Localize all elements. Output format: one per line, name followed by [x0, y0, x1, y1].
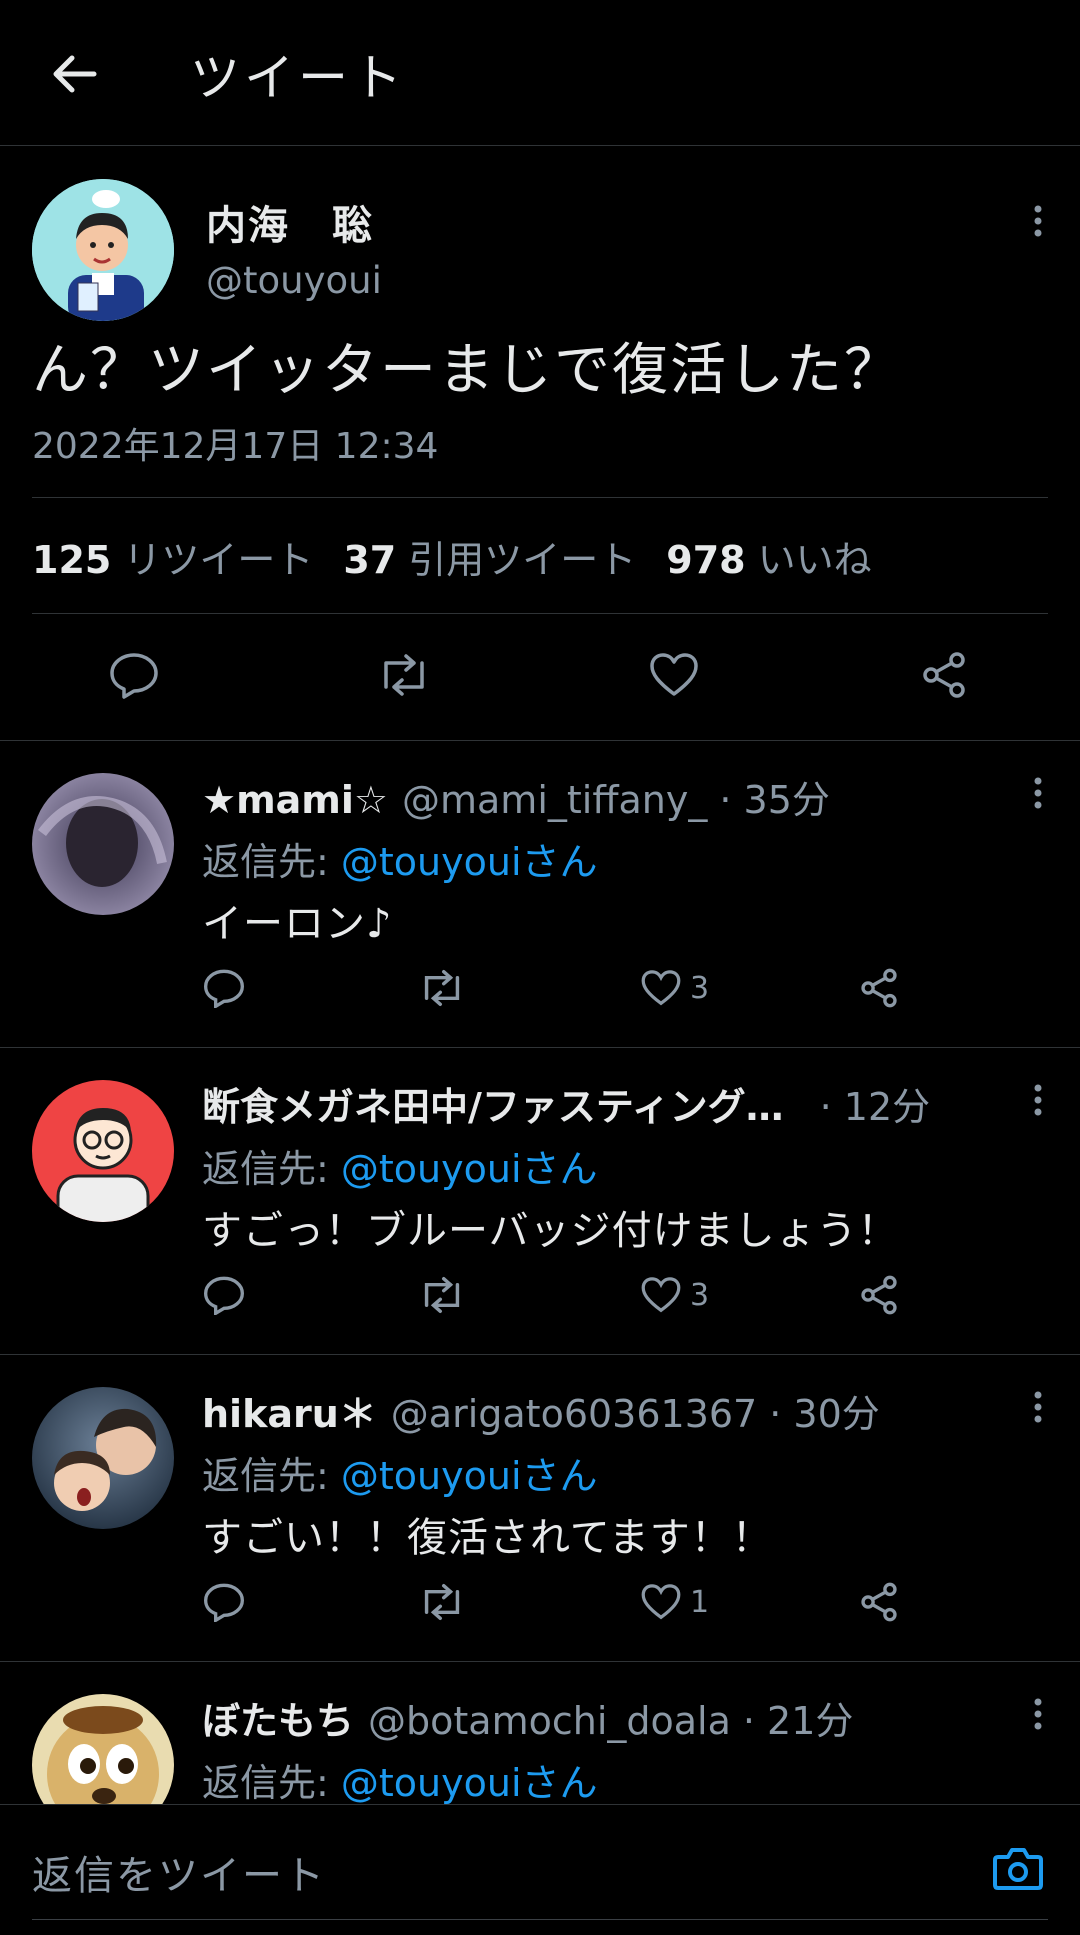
- avatar[interactable]: [32, 773, 174, 915]
- like-button[interactable]: 1: [640, 1577, 709, 1627]
- back-arrow-icon[interactable]: [44, 44, 104, 104]
- like-count[interactable]: 978 いいね: [666, 529, 871, 584]
- replying-to: 返信先: @touyouiさん: [202, 1454, 598, 1498]
- like-button[interactable]: 3: [640, 963, 709, 1013]
- quote-tweet-count[interactable]: 37 引用ツイート: [343, 529, 636, 584]
- divider: [32, 1919, 1048, 1920]
- avatar[interactable]: [32, 179, 174, 321]
- replying-to: 返信先: @touyouiさん: [202, 1761, 598, 1804]
- tweet-action-bar: [0, 647, 1080, 707]
- reply-header: hikaru＊ @arigato60361367 · 30分: [202, 1383, 880, 1438]
- retweet-icon[interactable]: [418, 963, 466, 1013]
- mention-link[interactable]: @touyouiさん: [341, 840, 598, 884]
- more-options-icon[interactable]: [1032, 1696, 1044, 1736]
- author-name[interactable]: hikaru＊: [202, 1383, 377, 1438]
- reply-icon[interactable]: [202, 1270, 246, 1320]
- relative-time: · 21分: [742, 1699, 854, 1743]
- avatar[interactable]: [32, 1080, 174, 1222]
- mention-link[interactable]: @touyouiさん: [341, 1147, 598, 1191]
- like-count: 3: [690, 970, 710, 1006]
- reply-header: 断食メガネ田中/ファスティング… · 12分: [202, 1076, 930, 1131]
- mention-link[interactable]: @touyouiさん: [341, 1454, 598, 1498]
- reply-tweet[interactable]: ぼたもち @botamochi_doala · 21分 返信先: @touyou…: [0, 1662, 1080, 1804]
- like-count: 3: [690, 1277, 710, 1313]
- more-options-icon[interactable]: [1032, 775, 1044, 815]
- relative-time: · 12分: [819, 1085, 931, 1129]
- reply-icon[interactable]: [202, 1577, 246, 1627]
- like-button[interactable]: 3: [640, 1270, 709, 1320]
- reply-action-bar: 3: [202, 963, 922, 1013]
- more-options-icon[interactable]: [1032, 203, 1044, 243]
- retweet-icon[interactable]: [376, 647, 432, 703]
- divider: [32, 497, 1048, 498]
- retweet-icon[interactable]: [418, 1577, 466, 1627]
- main-tweet: 内海 聡 @touyoui ん？ツイッターまじで復活した？ 2022年12月17…: [0, 147, 1080, 741]
- reply-tweet[interactable]: hikaru＊ @arigato60361367 · 30分 返信先: @tou…: [0, 1355, 1080, 1662]
- like-heart-icon: [641, 970, 681, 1006]
- author-handle[interactable]: @arigato60361367: [391, 1392, 757, 1436]
- reply-action-bar: 3: [202, 1270, 922, 1320]
- like-count: 1: [690, 1584, 710, 1620]
- reply-text: イーロン♪: [202, 901, 393, 947]
- reply-icon[interactable]: [106, 647, 162, 703]
- top-bar: ツイート: [0, 0, 1080, 146]
- more-options-icon[interactable]: [1032, 1082, 1044, 1122]
- engagement-stats: 125 リツイート 37 引用ツイート 978 いいね: [32, 529, 872, 584]
- author-name[interactable]: ★mami☆: [202, 778, 388, 822]
- retweet-icon[interactable]: [418, 1270, 466, 1320]
- reply-tweet[interactable]: 断食メガネ田中/ファスティング… · 12分 返信先: @touyouiさん す…: [0, 1048, 1080, 1355]
- avatar[interactable]: [32, 1694, 174, 1804]
- reply-header: ぼたもち @botamochi_doala · 21分: [202, 1690, 853, 1745]
- relative-time: · 35分: [719, 778, 830, 822]
- reply-compose-bar: 返信をツイート: [0, 1804, 1080, 1935]
- mention-link[interactable]: @touyouiさん: [341, 1761, 598, 1804]
- retweet-count[interactable]: 125 リツイート: [32, 529, 313, 584]
- more-options-icon[interactable]: [1032, 1389, 1044, 1429]
- reply-header: ★mami☆ @mami_tiffany_ · 35分: [202, 769, 830, 824]
- avatar[interactable]: [32, 1387, 174, 1529]
- like-heart-icon: [641, 1584, 681, 1620]
- reply-input[interactable]: 返信をツイート: [32, 1843, 326, 1901]
- divider: [32, 613, 1048, 614]
- tweet-text: ん？ツイッターまじで復活した？: [32, 338, 902, 403]
- author-name[interactable]: ぼたもち: [202, 1690, 354, 1745]
- replying-to: 返信先: @touyouiさん: [202, 840, 598, 884]
- page-title: ツイート: [190, 49, 406, 107]
- share-icon[interactable]: [858, 963, 900, 1013]
- share-icon[interactable]: [916, 647, 972, 703]
- author-handle[interactable]: @touyoui: [206, 259, 382, 302]
- reply-text: すごっ！ブルーバッジ付けましょう！: [202, 1208, 899, 1254]
- reply-tweet[interactable]: ★mami☆ @mami_tiffany_ · 35分 返信先: @touyou…: [0, 741, 1080, 1048]
- author-handle[interactable]: @botamochi_doala: [368, 1699, 731, 1743]
- reply-text: すごい！！復活されてます！！: [202, 1515, 773, 1561]
- tweet-timestamp[interactable]: 2022年12月17日 12:34: [32, 417, 438, 469]
- replying-to: 返信先: @touyouiさん: [202, 1147, 598, 1191]
- like-heart-icon[interactable]: [646, 647, 702, 703]
- share-icon[interactable]: [858, 1270, 900, 1320]
- author-handle[interactable]: @mami_tiffany_: [402, 778, 707, 822]
- relative-time: · 30分: [769, 1392, 880, 1436]
- author-name[interactable]: 断食メガネ田中/ファスティング…: [202, 1076, 784, 1131]
- camera-icon[interactable]: [992, 1845, 1044, 1895]
- reply-icon[interactable]: [202, 963, 246, 1013]
- share-icon[interactable]: [858, 1577, 900, 1627]
- reply-action-bar: 1: [202, 1577, 922, 1627]
- author-name[interactable]: 内海 聡: [206, 193, 374, 251]
- like-heart-icon: [641, 1277, 681, 1313]
